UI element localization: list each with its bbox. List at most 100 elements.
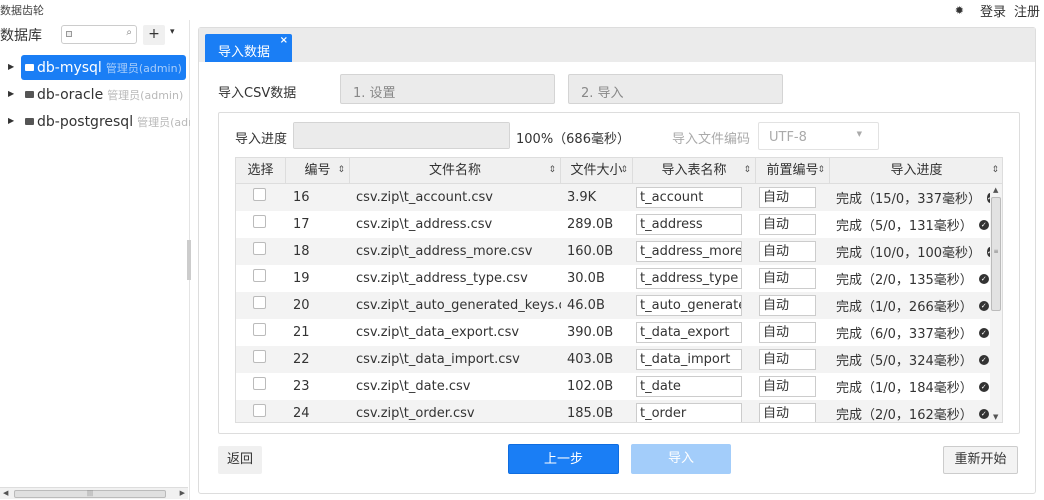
table-row[interactable]: 18 csv.zip\t_address_more.csv 160.0B t_addr… xyxy=(236,238,990,265)
progress-text: 100%（686毫秒） xyxy=(516,132,630,147)
sort-icon[interactable]: ⇕ xyxy=(743,158,751,183)
row-checkbox[interactable] xyxy=(253,215,266,228)
prefix-input[interactable]: 自动 xyxy=(759,268,816,289)
target-table-input[interactable]: t_data_export xyxy=(636,322,742,343)
prefix-input[interactable]: 自动 xyxy=(759,187,816,208)
check-circle-icon: ✓ xyxy=(978,273,989,284)
table-row[interactable]: 19 csv.zip\t_address_type.csv 30.0B t_addre… xyxy=(236,265,990,292)
table-row[interactable]: 17 csv.zip\t_address.csv 289.0B t_address 自动… xyxy=(236,211,990,238)
row-id: 18 xyxy=(293,244,310,259)
expand-caret-icon[interactable]: ▶ xyxy=(8,116,14,125)
search-icon[interactable]: ⌕ xyxy=(126,27,132,38)
prefix-input[interactable]: 自动 xyxy=(759,295,816,316)
database-node[interactable]: db-postgresql管理员(admin) xyxy=(21,109,190,134)
gear-icon[interactable]: ✹ xyxy=(955,4,964,17)
close-icon[interactable]: × xyxy=(280,35,288,46)
database-node[interactable]: db-mysql 管理员(admin) xyxy=(21,55,186,80)
column-header[interactable]: 导入表名称 ⇕ xyxy=(633,158,756,184)
scroll-right-icon[interactable]: ▶ xyxy=(180,489,185,497)
tree-item-db-postgresql[interactable]: ▶ db-postgresql管理员(admin) xyxy=(0,109,190,136)
row-checkbox[interactable] xyxy=(253,269,266,282)
back-button[interactable]: 返回 xyxy=(218,446,262,474)
file-name: csv.zip\t_account.csv xyxy=(356,190,493,205)
tab-import-data[interactable]: 导入数据 × xyxy=(205,34,292,62)
file-name: csv.zip\t_date.csv xyxy=(356,379,471,394)
row-checkbox[interactable] xyxy=(253,296,266,309)
register-link[interactable]: 注册 xyxy=(1014,1,1040,20)
row-checkbox[interactable] xyxy=(253,188,266,201)
table-row[interactable]: 23 csv.zip\t_date.csv 102.0B t_date 自动 完成（1/0… xyxy=(236,373,990,400)
target-table-input[interactable]: t_account xyxy=(636,187,742,208)
target-table-input[interactable]: t_address_more xyxy=(636,241,742,262)
sidebar-splitter[interactable] xyxy=(187,240,191,280)
prefix-input[interactable]: 自动 xyxy=(759,403,816,422)
prefix-input[interactable]: 自动 xyxy=(759,376,816,397)
sort-icon[interactable]: ⇕ xyxy=(337,158,345,183)
target-table-input[interactable]: t_data_import xyxy=(636,349,742,370)
encoding-select[interactable]: UTF-8 ▼ xyxy=(758,122,879,150)
database-node[interactable]: db-oracle 管理员(admin) xyxy=(21,82,187,107)
table-row[interactable]: 22 csv.zip\t_data_import.csv 403.0B t_data_… xyxy=(236,346,990,373)
tree-item-db-oracle[interactable]: ▶ db-oracle 管理员(admin) xyxy=(0,82,190,109)
chevron-down-icon[interactable]: ▾ xyxy=(170,27,175,37)
column-header[interactable]: 选择 xyxy=(236,158,286,184)
row-checkbox[interactable] xyxy=(253,377,266,390)
sort-icon[interactable]: ⇕ xyxy=(991,158,999,183)
table-row[interactable]: 16 csv.zip\t_account.csv 3.9K t_account 自动 完成… xyxy=(236,184,990,211)
restart-button[interactable]: 重新开始 xyxy=(943,446,1018,474)
target-table-input[interactable]: t_address_type xyxy=(636,268,742,289)
sort-icon[interactable]: ⇕ xyxy=(620,158,628,183)
scroll-up-icon[interactable]: ▲ xyxy=(993,186,998,194)
step-settings[interactable]: 1. 设置 xyxy=(340,74,555,104)
sidebar: 数据库 ⌕ + ▾ ▶ db-mysql 管理员(admin) ▶ db-oracle 管… xyxy=(0,20,191,500)
table-row[interactable]: 20 csv.zip\t_auto_generated_keys.csv 46.0B… xyxy=(236,292,990,319)
column-header[interactable]: 文件名称 ⇕ xyxy=(350,158,561,184)
scroll-down-icon[interactable]: ▼ xyxy=(993,413,998,421)
prefix-input[interactable]: 自动 xyxy=(759,214,816,235)
row-checkbox[interactable] xyxy=(253,350,266,363)
table-row[interactable]: 24 csv.zip\t_order.csv 185.0B t_order 自动 完成（2… xyxy=(236,400,990,422)
prefix-input[interactable]: 自动 xyxy=(759,241,816,262)
search-field-icon xyxy=(66,31,72,37)
import-button[interactable]: 导入 xyxy=(631,444,731,474)
expand-caret-icon[interactable]: ▶ xyxy=(8,62,14,71)
target-table-input[interactable]: t_order xyxy=(636,403,742,422)
prefix-input[interactable]: 自动 xyxy=(759,349,816,370)
add-database-button[interactable]: + xyxy=(143,25,165,45)
row-checkbox[interactable] xyxy=(253,323,266,336)
previous-step-button[interactable]: 上一步 xyxy=(508,444,619,474)
row-checkbox[interactable] xyxy=(253,242,266,255)
row-checkbox[interactable] xyxy=(253,404,266,417)
scrollbar-thumb[interactable]: ≡ xyxy=(991,197,1001,311)
table-row[interactable]: 21 csv.zip\t_data_export.csv 390.0B t_data_… xyxy=(236,319,990,346)
sort-icon[interactable]: ⇕ xyxy=(817,158,825,183)
column-header[interactable]: 文件大小 ⇕ xyxy=(561,158,633,184)
table-vertical-scrollbar[interactable]: ▲ ≡ ▼ xyxy=(990,184,1002,422)
target-table-input[interactable]: t_date xyxy=(636,376,742,397)
column-header[interactable]: 导入进度 ⇕ xyxy=(830,158,1002,184)
step-import[interactable]: 2. 导入 xyxy=(568,74,783,104)
expand-caret-icon[interactable]: ▶ xyxy=(8,89,14,98)
column-header[interactable]: 编号 ⇕ xyxy=(286,158,350,184)
column-label: 导入表名称 xyxy=(661,163,727,178)
target-table-input[interactable]: t_auto_generated xyxy=(636,295,742,316)
check-circle-icon: ✓ xyxy=(978,354,989,365)
column-label: 文件大小 xyxy=(570,163,623,178)
database-search-input[interactable]: ⌕ xyxy=(61,25,137,44)
login-link[interactable]: 登录 xyxy=(980,1,1006,20)
sort-icon[interactable]: ⇕ xyxy=(548,158,556,183)
folder-icon xyxy=(25,91,34,98)
scroll-left-icon[interactable]: ◀ xyxy=(3,489,8,497)
row-id: 24 xyxy=(293,406,310,421)
check-circle-icon: ✓ xyxy=(978,408,989,419)
target-table-input[interactable]: t_address xyxy=(636,214,742,235)
file-size: 30.0B xyxy=(567,271,605,286)
sidebar-horizontal-scrollbar[interactable]: ◀ ||| ▶ xyxy=(0,487,188,499)
column-header[interactable]: 前置编号 ⇕ xyxy=(756,158,830,184)
file-size: 102.0B xyxy=(567,379,614,394)
tree-item-db-mysql[interactable]: ▶ db-mysql 管理员(admin) xyxy=(0,55,190,82)
file-name: csv.zip\t_data_export.csv xyxy=(356,325,520,340)
column-label: 编号 xyxy=(304,163,331,178)
scrollbar-thumb[interactable]: ||| xyxy=(14,490,166,498)
prefix-input[interactable]: 自动 xyxy=(759,322,816,343)
